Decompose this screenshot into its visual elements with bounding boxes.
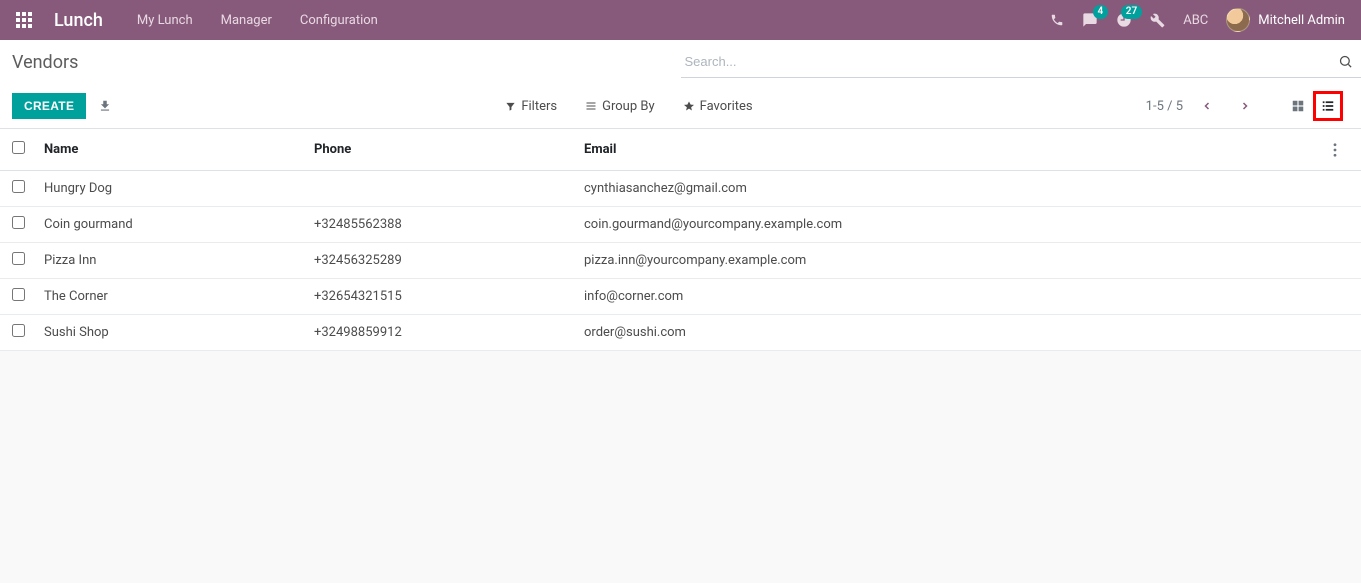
- navbar-right: 4 27 ABC Mitchell Admin: [1050, 8, 1345, 32]
- row-checkbox-cell: [0, 279, 36, 315]
- cell-email: pizza.inn@yourcompany.example.com: [576, 243, 1325, 279]
- filters-button[interactable]: Filters: [505, 99, 557, 114]
- view-switcher: [1283, 91, 1343, 121]
- list-view-icon: [1321, 99, 1335, 113]
- table-row[interactable]: Coin gourmand+32485562388coin.gourmand@y…: [0, 207, 1361, 243]
- navbar-left: Lunch My Lunch Manager Configuration: [16, 10, 378, 31]
- cell-email: cynthiasanchez@gmail.com: [576, 171, 1325, 207]
- user-menu[interactable]: Mitchell Admin: [1226, 8, 1345, 32]
- search-wrap: [681, 46, 1361, 78]
- row-checkbox[interactable]: [12, 216, 25, 229]
- import-button[interactable]: [98, 99, 112, 113]
- nav-menu-manager[interactable]: Manager: [221, 13, 272, 28]
- messages-badge: 4: [1093, 5, 1109, 19]
- top-navbar: Lunch My Lunch Manager Configuration 4 2…: [0, 0, 1361, 40]
- control-panel-row-1: Vendors: [0, 40, 1361, 84]
- pager-next[interactable]: [1231, 96, 1259, 116]
- phone-icon[interactable]: [1050, 13, 1064, 27]
- header-name[interactable]: Name: [36, 129, 306, 171]
- filters-label: Filters: [521, 99, 557, 114]
- kanban-icon: [1291, 99, 1305, 113]
- cell-phone: +32456325289: [306, 243, 576, 279]
- table-row[interactable]: Sushi Shop+32498859912order@sushi.com: [0, 315, 1361, 351]
- chevron-right-icon: [1239, 100, 1251, 112]
- groupby-label: Group By: [602, 99, 655, 114]
- favorites-button[interactable]: Favorites: [683, 99, 753, 114]
- cell-spacer: [1325, 243, 1361, 279]
- groupby-button[interactable]: Group By: [585, 99, 655, 114]
- cell-name: Pizza Inn: [36, 243, 306, 279]
- page-title: Vendors: [0, 52, 78, 73]
- cell-name: Coin gourmand: [36, 207, 306, 243]
- header-checkbox-cell: [0, 129, 36, 171]
- nav-menu: My Lunch Manager Configuration: [137, 13, 378, 28]
- pager: 1-5 / 5: [1146, 91, 1349, 121]
- cell-name: The Corner: [36, 279, 306, 315]
- dots-vertical-icon: [1333, 143, 1337, 157]
- vendors-table: Name Phone Email Hungry Dog cynthiasanche…: [0, 129, 1361, 351]
- search-input[interactable]: [685, 54, 1339, 69]
- pager-prev[interactable]: [1193, 96, 1221, 116]
- row-checkbox[interactable]: [12, 288, 25, 301]
- header-options[interactable]: [1325, 129, 1361, 171]
- cell-phone: +32654321515: [306, 279, 576, 315]
- app-brand[interactable]: Lunch: [54, 10, 103, 31]
- star-icon: [683, 100, 695, 112]
- control-panel: Vendors CREATE Filters Group By Favorite…: [0, 40, 1361, 129]
- cell-spacer: [1325, 279, 1361, 315]
- activities-badge: 27: [1121, 5, 1142, 19]
- company-name[interactable]: ABC: [1183, 13, 1208, 28]
- cell-spacer: [1325, 171, 1361, 207]
- header-phone[interactable]: Phone: [306, 129, 576, 171]
- user-name: Mitchell Admin: [1258, 13, 1345, 28]
- table-row[interactable]: Pizza Inn+32456325289pizza.inn@yourcompa…: [0, 243, 1361, 279]
- chevron-left-icon: [1201, 100, 1213, 112]
- select-all-checkbox[interactable]: [12, 141, 25, 154]
- row-checkbox[interactable]: [12, 324, 25, 337]
- row-checkbox[interactable]: [12, 180, 25, 193]
- table-row[interactable]: The Corner+32654321515info@corner.com: [0, 279, 1361, 315]
- tools-icon[interactable]: [1150, 13, 1165, 28]
- list-icon: [585, 100, 597, 112]
- row-checkbox-cell: [0, 207, 36, 243]
- cell-phone: +32485562388: [306, 207, 576, 243]
- header-email[interactable]: Email: [576, 129, 1325, 171]
- cell-email: order@sushi.com: [576, 315, 1325, 351]
- kanban-view-button[interactable]: [1283, 91, 1313, 121]
- row-checkbox-cell: [0, 171, 36, 207]
- activities-icon[interactable]: 27: [1116, 12, 1132, 28]
- favorites-label: Favorites: [700, 99, 753, 114]
- row-checkbox-cell: [0, 243, 36, 279]
- nav-menu-configuration[interactable]: Configuration: [300, 13, 378, 28]
- filter-bar: Filters Group By Favorites: [505, 99, 752, 114]
- row-checkbox[interactable]: [12, 252, 25, 265]
- messages-icon[interactable]: 4: [1082, 12, 1098, 28]
- avatar: [1226, 8, 1250, 32]
- filter-icon: [505, 101, 516, 112]
- table-row[interactable]: Hungry Dog cynthiasanchez@gmail.com: [0, 171, 1361, 207]
- list-view-button[interactable]: [1313, 91, 1343, 121]
- apps-icon[interactable]: [16, 12, 32, 28]
- cell-name: Hungry Dog: [36, 171, 306, 207]
- cell-name: Sushi Shop: [36, 315, 306, 351]
- cell-spacer: [1325, 207, 1361, 243]
- cell-phone: +32498859912: [306, 315, 576, 351]
- pager-text[interactable]: 1-5 / 5: [1146, 99, 1183, 114]
- table-header-row: Name Phone Email: [0, 129, 1361, 171]
- row-checkbox-cell: [0, 315, 36, 351]
- cell-spacer: [1325, 315, 1361, 351]
- nav-menu-my-lunch[interactable]: My Lunch: [137, 13, 193, 28]
- search-icon[interactable]: [1338, 54, 1353, 69]
- create-button[interactable]: CREATE: [12, 93, 86, 119]
- cell-phone: [306, 171, 576, 207]
- cell-email: coin.gourmand@yourcompany.example.com: [576, 207, 1325, 243]
- cell-email: info@corner.com: [576, 279, 1325, 315]
- control-panel-row-2: CREATE Filters Group By Favorites 1-5 / …: [0, 84, 1361, 128]
